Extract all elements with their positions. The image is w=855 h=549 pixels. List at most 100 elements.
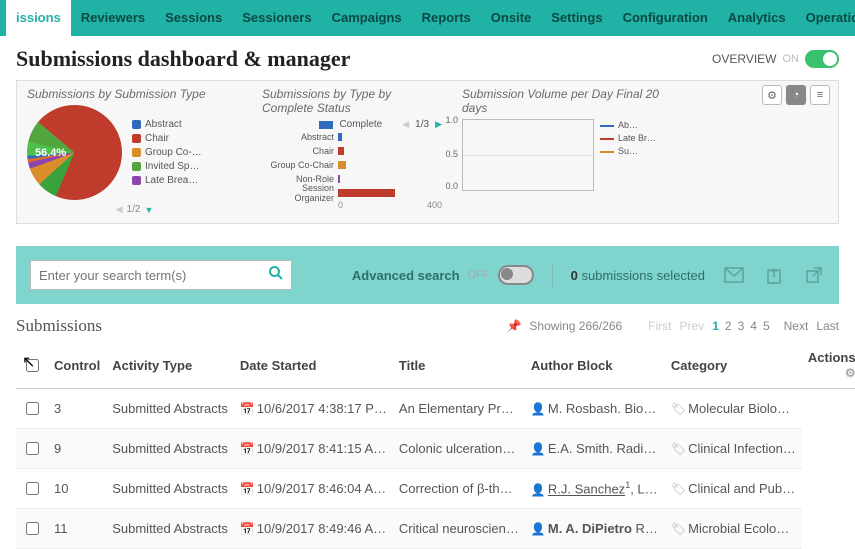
legend-item[interactable]: Invited Sp… xyxy=(132,160,202,174)
nav-reports[interactable]: Reports xyxy=(412,0,481,36)
search-box[interactable] xyxy=(30,260,292,290)
selection-count-number: 0 xyxy=(571,268,578,283)
advanced-search-toggle[interactable] xyxy=(498,265,534,285)
page-5[interactable]: 5 xyxy=(763,319,770,333)
table-area: Submissions 📌 Showing 266/266 First Prev… xyxy=(0,304,855,549)
ytick: 0.0 xyxy=(445,181,458,191)
bar-label: Abstract xyxy=(262,132,334,142)
legend-item[interactable]: Late Brea… xyxy=(132,174,202,188)
col-title[interactable]: Title xyxy=(393,342,525,389)
page-1[interactable]: 1 xyxy=(712,319,719,333)
page-2[interactable]: 2 xyxy=(725,319,732,333)
chart-pie-title: Submissions by Submission Type xyxy=(27,87,242,101)
bar-fill[interactable] xyxy=(338,161,346,169)
toggle-switch[interactable] xyxy=(805,50,839,68)
legend-item[interactable]: Chair xyxy=(132,132,202,146)
bar-row: Session Organizer xyxy=(262,186,442,200)
legend-item[interactable]: Group Co-… xyxy=(132,146,202,160)
legend-label: Su… xyxy=(618,145,638,158)
divider xyxy=(552,263,553,287)
bar-fill[interactable] xyxy=(338,189,395,197)
page-4[interactable]: 4 xyxy=(750,319,757,333)
list-icon[interactable]: ≡ xyxy=(810,85,830,105)
calendar-icon: 📅 xyxy=(240,482,255,496)
nav-configuration[interactable]: Configuration xyxy=(613,0,718,36)
nav-settings[interactable]: Settings xyxy=(541,0,612,36)
person-icon: 👤 xyxy=(531,402,546,416)
page-next[interactable]: Next xyxy=(784,319,809,333)
table-row[interactable]: 11Submitted Abstracts📅10/9/2017 8:49:46 … xyxy=(16,509,855,549)
col-actions[interactable]: Actions ⚙ xyxy=(802,342,855,389)
chevron-left-icon[interactable]: ◀ xyxy=(402,119,409,130)
legend-label: Group Co-… xyxy=(145,146,202,160)
bar-label: Group Co-Chair xyxy=(262,160,334,170)
select-all-checkbox[interactable] xyxy=(26,359,39,372)
nav-onsite[interactable]: Onsite xyxy=(481,0,541,36)
legend-swatch xyxy=(132,134,141,143)
legend-item[interactable]: Abstract xyxy=(132,118,202,132)
ytick: 0.5 xyxy=(445,149,458,159)
nav-reviewers[interactable]: Reviewers xyxy=(71,0,155,36)
chevron-down-icon[interactable]: ▼ xyxy=(144,205,153,215)
search-bar: Advanced search OFF 0 submissions select… xyxy=(16,246,839,304)
page-3[interactable]: 3 xyxy=(738,319,745,333)
pie-legend: AbstractChairGroup Co-…Invited Sp…Late B… xyxy=(132,118,202,188)
chevron-right-icon[interactable]: ▶ xyxy=(435,119,442,130)
gear-icon[interactable]: ⚙ xyxy=(845,366,855,380)
nav-issions[interactable]: issions xyxy=(6,0,71,36)
row-checkbox[interactable] xyxy=(26,402,39,415)
col-date-started[interactable]: Date Started xyxy=(234,342,393,389)
cell-date: 📅10/9/2017 8:49:46 A… xyxy=(234,509,393,549)
line-plot[interactable] xyxy=(462,119,594,191)
table-row[interactable]: 10Submitted Abstracts📅10/9/2017 8:46:04 … xyxy=(16,469,855,509)
cell-control: 3 xyxy=(48,389,106,429)
legend-label: Late Brea… xyxy=(145,174,198,188)
bar-fill[interactable] xyxy=(338,175,340,183)
search-icon[interactable] xyxy=(261,265,291,286)
row-checkbox[interactable] xyxy=(26,522,39,535)
table-row[interactable]: 3Submitted Abstracts📅10/6/2017 4:38:17 P… xyxy=(16,389,855,429)
legend-item[interactable]: Late Br… xyxy=(600,132,656,145)
bar-fill[interactable] xyxy=(338,147,344,155)
nav-operation[interactable]: Operation xyxy=(796,0,855,36)
nav-sessioners[interactable]: Sessioners xyxy=(232,0,321,36)
cell-title: Colonic ulcerations ma… xyxy=(393,429,525,469)
col-activity-type[interactable]: Activity Type xyxy=(106,342,234,389)
calendar-icon: 📅 xyxy=(240,522,255,536)
chart-line-title: Submission Volume per Day Final 20 days xyxy=(462,87,662,115)
legend-item[interactable]: Su… xyxy=(600,145,656,158)
row-checkbox[interactable] xyxy=(26,482,39,495)
bar-fill[interactable] xyxy=(338,133,342,141)
nav-analytics[interactable]: Analytics xyxy=(718,0,796,36)
search-input[interactable] xyxy=(31,268,261,283)
col-category[interactable]: Category xyxy=(665,342,802,389)
page-first[interactable]: First xyxy=(648,319,671,333)
col-author-block[interactable]: Author Block xyxy=(525,342,665,389)
advanced-search-label: Advanced search xyxy=(352,268,460,283)
cell-activity: Submitted Abstracts xyxy=(106,469,234,509)
nav-sessions[interactable]: Sessions xyxy=(155,0,232,36)
gear-icon[interactable]: ⚙ xyxy=(762,85,782,105)
cell-date: 📅10/9/2017 8:41:15 A… xyxy=(234,429,393,469)
page-prev[interactable]: Prev xyxy=(680,319,705,333)
charts-panel: ⚙ ◔ ≡ Submissions by Submission Type 56.… xyxy=(16,80,839,224)
nav-campaigns[interactable]: Campaigns xyxy=(322,0,412,36)
cell-activity: Submitted Abstracts xyxy=(106,429,234,469)
tag-icon: 🏷 xyxy=(671,442,686,456)
legend-item[interactable]: Ab… xyxy=(600,119,656,132)
pie-pager[interactable]: ◀ 1/2 ▼ xyxy=(27,204,242,215)
overview-toggle[interactable]: OVERVIEW ON xyxy=(712,50,839,68)
bar-row: Abstract xyxy=(262,130,442,144)
mail-icon[interactable] xyxy=(723,264,745,286)
table-row[interactable]: 9Submitted Abstracts📅10/9/2017 8:41:15 A… xyxy=(16,429,855,469)
pie-graphic[interactable]: 56.4% xyxy=(27,105,122,200)
col-control[interactable]: Control xyxy=(48,342,106,389)
chevron-left-icon[interactable]: ◀ xyxy=(116,204,123,215)
cell-category: 🏷Molecular Biology a xyxy=(665,389,802,429)
open-external-icon[interactable] xyxy=(803,264,825,286)
pie-icon[interactable]: ◔ xyxy=(786,85,806,105)
row-checkbox[interactable] xyxy=(26,442,39,455)
page-last[interactable]: Last xyxy=(816,319,839,333)
export-icon[interactable] xyxy=(763,264,785,286)
pin-icon[interactable]: 📌 xyxy=(506,319,521,333)
